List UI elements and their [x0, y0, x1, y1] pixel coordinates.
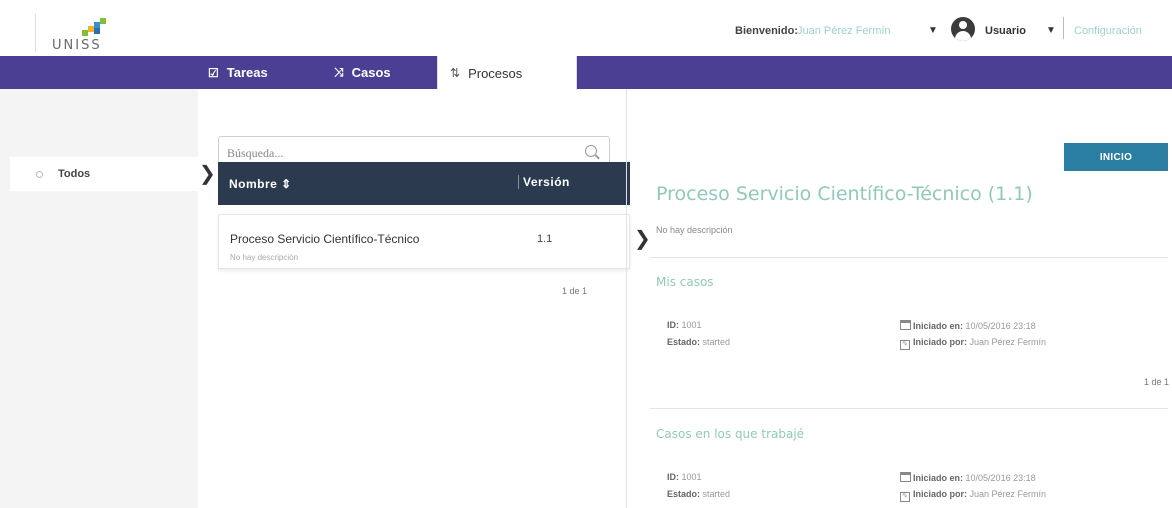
- process-version: 1.1: [537, 233, 553, 245]
- my-cases-title: Mis casos: [656, 275, 714, 289]
- divider: [650, 408, 1168, 409]
- table-header: Nombre ⇕ Versión: [218, 162, 630, 205]
- started-by-label: Iniciado por:: [913, 337, 967, 347]
- user-menu-label[interactable]: Usuario: [985, 25, 1026, 37]
- chevron-right-icon: ❯: [199, 161, 216, 185]
- edit-icon: ☑: [208, 65, 219, 80]
- config-link[interactable]: Configuración: [1074, 25, 1142, 37]
- uniss-logo[interactable]: UNISS: [35, 14, 125, 53]
- tab-label: Casos: [351, 65, 391, 80]
- logo-text: UNISS: [52, 38, 102, 53]
- chevron-down-icon[interactable]: ▼: [1046, 25, 1056, 36]
- tab-casos[interactable]: ⤨ Casos: [322, 56, 403, 89]
- case-id-label: ID:: [667, 320, 679, 330]
- start-button[interactable]: INICIO: [1064, 143, 1168, 171]
- tab-label: Procesos: [468, 65, 523, 81]
- column-divider: [626, 89, 627, 508]
- case-id: ID: 1001: [667, 320, 702, 330]
- case-state-value: started: [702, 337, 731, 347]
- chevron-right-icon: ❯: [634, 226, 651, 250]
- worked-cases-title: Casos en los que trabajé: [656, 427, 805, 441]
- calendar-icon: [900, 472, 911, 482]
- column-header-version: Versión: [518, 175, 570, 189]
- logo-mark-icon: [82, 18, 106, 36]
- started-on-label: Iniciado en:: [913, 473, 964, 483]
- column-header-name[interactable]: Nombre ⇕: [229, 177, 292, 191]
- welcome-label: Bienvenido:: [735, 25, 798, 37]
- case-started-by: ✎ Iniciado por: Juan Pérez Fermín: [900, 489, 1046, 502]
- radio-dot-icon: [36, 171, 43, 178]
- calendar-icon: [900, 320, 911, 330]
- sidebar-item-label: Todos: [58, 168, 91, 180]
- table-row[interactable]: Proceso Servicio Científico-Técnico No h…: [218, 214, 630, 269]
- process-name: Proceso Servicio Científico-Técnico: [230, 232, 420, 246]
- case-id-value: 1001: [681, 472, 702, 482]
- list-pager: 1 de 1: [562, 286, 588, 296]
- sidebar: Todos: [0, 89, 198, 508]
- divider: [1063, 17, 1064, 39]
- avatar-icon[interactable]: [951, 17, 975, 41]
- edit-icon: ✎: [900, 340, 910, 350]
- started-on-value: 10/05/2016 23:18: [965, 321, 1036, 331]
- search-icon[interactable]: [585, 145, 597, 157]
- main-nav: ☑ Tareas ⤨ Casos ⇅ Procesos: [0, 56, 1172, 90]
- process-detail-description: No hay descripción: [656, 225, 733, 235]
- case-id-label: ID:: [667, 472, 679, 482]
- process-icon: ⇅: [450, 66, 461, 80]
- started-on-label: Iniciado en:: [913, 321, 964, 331]
- search-input[interactable]: [227, 143, 567, 163]
- my-cases-pager: 1 de 1: [1144, 377, 1170, 387]
- case-state-label: Estado:: [667, 337, 701, 347]
- case-state-label: Estado:: [667, 489, 701, 499]
- divider: [650, 257, 1168, 258]
- welcome-user-name: Juan Pérez Fermín: [797, 25, 891, 37]
- sidebar-item-todos[interactable]: Todos: [10, 157, 198, 191]
- started-by-label: Iniciado por:: [913, 489, 967, 499]
- case-id: ID: 1001: [667, 472, 702, 482]
- started-on-value: 10/05/2016 23:18: [965, 473, 1036, 483]
- tab-label: Tareas: [226, 65, 268, 80]
- started-by-value: Juan Pérez Fermín: [969, 337, 1047, 347]
- case-started-by: ✎ Iniciado por: Juan Pérez Fermín: [900, 337, 1046, 350]
- case-state: Estado: started: [667, 489, 730, 499]
- tab-tareas[interactable]: ☑ Tareas: [196, 56, 280, 89]
- top-header: UNISS Bienvenido: Juan Pérez Fermín ▼ Us…: [0, 0, 1172, 56]
- case-state: Estado: started: [667, 337, 730, 347]
- shuffle-icon: ⤨: [334, 65, 344, 79]
- started-by-value: Juan Pérez Fermín: [969, 489, 1047, 499]
- case-id-value: 1001: [681, 320, 702, 330]
- process-title: Proceso Servicio Científico-Técnico (1.1…: [656, 183, 1033, 205]
- process-description: No hay descripción: [230, 253, 299, 262]
- chevron-down-icon[interactable]: ▼: [928, 25, 938, 36]
- case-started-on: Iniciado en: 10/05/2016 23:18: [900, 320, 1036, 331]
- case-state-value: started: [702, 489, 731, 499]
- edit-icon: ✎: [900, 492, 910, 502]
- tab-procesos[interactable]: ⇅ Procesos: [437, 56, 577, 90]
- case-started-on: Iniciado en: 10/05/2016 23:18: [900, 472, 1036, 483]
